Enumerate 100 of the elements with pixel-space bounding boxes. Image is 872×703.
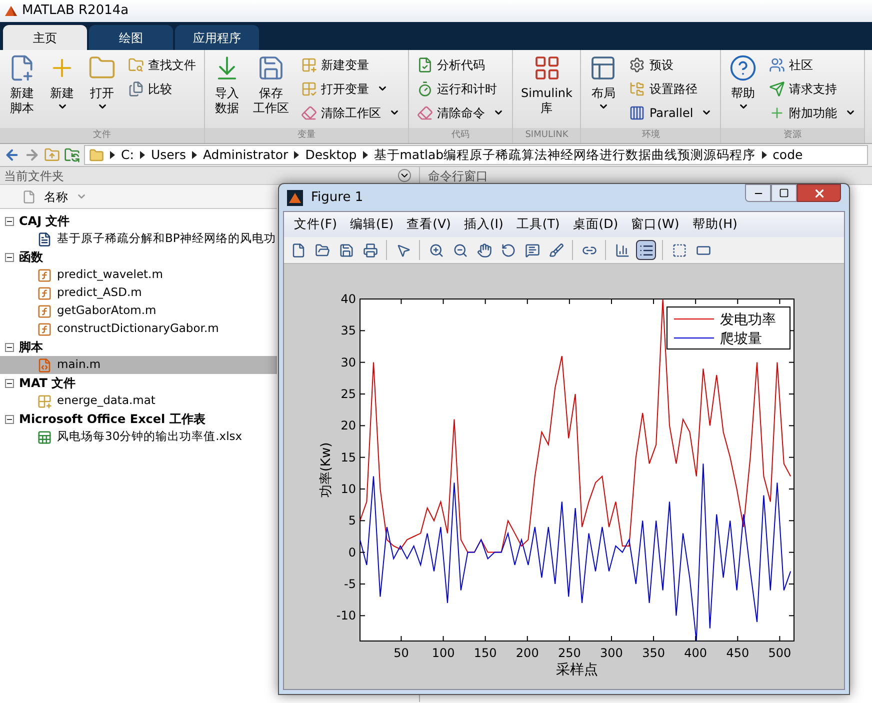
legend-label: 爬坡量 bbox=[720, 331, 762, 347]
group-label: 环境 bbox=[581, 128, 720, 143]
zoom-out-icon bbox=[452, 242, 468, 258]
logo-icon bbox=[287, 190, 303, 206]
panel-menu-icon[interactable] bbox=[398, 169, 411, 182]
menu-item[interactable]: 工具(T) bbox=[516, 215, 560, 234]
ribbon-button[interactable]: 导入 数据 bbox=[209, 54, 245, 116]
file-row[interactable]: main.m bbox=[0, 356, 277, 374]
ribbon-small-button[interactable]: 设置路径 bbox=[625, 78, 716, 99]
group-heading: 脚本 bbox=[19, 339, 43, 356]
ribbon-button[interactable]: 帮助 bbox=[725, 54, 762, 112]
collapse-icon[interactable] bbox=[5, 252, 14, 262]
file-row[interactable]: 风电场每30分钟的输出功率值.xlsx bbox=[0, 428, 277, 446]
ribbon-small-button[interactable]: 比较 bbox=[124, 78, 200, 99]
save-icon bbox=[338, 242, 354, 258]
group-label: 代码 bbox=[409, 128, 512, 143]
toolbar-button[interactable] bbox=[636, 240, 656, 260]
spreadsheet-icon bbox=[37, 430, 52, 444]
ribbon-small-button[interactable]: 查找文件 bbox=[124, 54, 200, 75]
ribbon-small-button[interactable]: 新建变量 bbox=[297, 54, 404, 75]
document-icon bbox=[37, 232, 52, 246]
pointer-icon bbox=[396, 242, 410, 258]
file-icon bbox=[22, 190, 36, 204]
ribbon-small-button[interactable]: 清除命令 bbox=[413, 102, 508, 123]
ribbon-tab[interactable]: 绘图 bbox=[89, 25, 173, 50]
ribbon-button[interactable]: 新建 bbox=[44, 54, 80, 112]
path-segment[interactable]: Desktop bbox=[305, 146, 357, 164]
ribbon-button[interactable]: 新建 脚本 bbox=[4, 54, 40, 116]
legend-line bbox=[674, 318, 714, 320]
file-row[interactable]: constructDictionaryGabor.m bbox=[0, 320, 277, 338]
path-segment[interactable]: Users bbox=[150, 146, 186, 164]
path-segment[interactable]: 基于matlab编程原子稀疏算法神经网络进行数据曲线预测源码程序 bbox=[374, 146, 756, 164]
ribbon-small-button[interactable]: Parallel bbox=[625, 102, 716, 123]
ribbon-small-button[interactable]: 打开变量 bbox=[297, 78, 404, 99]
open-folder-icon bbox=[314, 242, 330, 258]
ribbon-tab[interactable]: 主页 bbox=[3, 25, 87, 50]
tick-label: -10 bbox=[336, 608, 356, 623]
collapse-icon[interactable] bbox=[5, 378, 14, 388]
tick-label: 30 bbox=[340, 355, 356, 370]
column-header[interactable]: 名称 bbox=[0, 185, 277, 209]
folder-path-icon bbox=[629, 80, 646, 96]
new-variable-icon bbox=[301, 56, 317, 72]
chevron-icon bbox=[762, 151, 767, 159]
tick-label: 50 bbox=[394, 646, 409, 660]
file-row[interactable]: predict_wavelet.m bbox=[0, 266, 277, 284]
path-field[interactable]: C: Users Administrator Desktop 基于matlab编程原子稀疏算法神经网络进行数据曲线预测源码程序 code bbox=[84, 145, 868, 165]
eraser-icon bbox=[417, 104, 433, 120]
tick-label: 250 bbox=[558, 646, 581, 660]
path-segment[interactable]: C: bbox=[121, 146, 134, 164]
path-segment[interactable]: Administrator bbox=[202, 146, 288, 164]
tick-label: 10 bbox=[340, 482, 356, 496]
chevron-icon bbox=[192, 151, 197, 159]
timer-icon bbox=[417, 80, 433, 96]
ribbon-small-button[interactable]: 分析代码 bbox=[413, 54, 508, 75]
tick-label: 40 bbox=[340, 292, 356, 306]
y-axis-label: 功率(Kw) bbox=[319, 442, 334, 498]
ribbon-small-button[interactable]: 附加功能 bbox=[765, 102, 860, 123]
file-row[interactable]: energe_data.mat bbox=[0, 392, 277, 410]
data-grid-icon bbox=[37, 394, 52, 408]
ribbon-button[interactable]: 保存 工作区 bbox=[249, 54, 293, 116]
menu-item[interactable]: 文件(F) bbox=[294, 215, 337, 234]
ribbon-button[interactable]: 布局 bbox=[585, 54, 622, 112]
menu-item[interactable]: 窗口(W) bbox=[631, 215, 680, 234]
ribbon-small-button[interactable]: 清除工作区 bbox=[297, 102, 404, 123]
ribbon-small-button[interactable]: 社区 bbox=[765, 54, 860, 75]
ribbon-small-button[interactable]: 预设 bbox=[625, 54, 716, 75]
x-axis-label: 采样点 bbox=[556, 662, 598, 678]
path-segment[interactable]: code bbox=[772, 146, 803, 164]
ribbon-tab[interactable]: 应用程序 bbox=[175, 25, 259, 50]
chevron-icon bbox=[362, 151, 368, 159]
group-heading: 函数 bbox=[19, 249, 43, 266]
ribbon-small-button[interactable]: 请求支持 bbox=[765, 78, 860, 99]
browse-folder-icon[interactable] bbox=[64, 147, 80, 163]
chevron-icon bbox=[110, 151, 115, 159]
close-icon[interactable] bbox=[797, 184, 841, 202]
ribbon-button[interactable]: 打开 bbox=[84, 54, 120, 112]
file-row[interactable]: getGaborAtom.m bbox=[0, 302, 277, 320]
file-row[interactable]: predict_ASD.m bbox=[0, 284, 277, 302]
maximize-icon[interactable] bbox=[771, 184, 797, 202]
new-file-icon bbox=[290, 242, 306, 258]
tick-label: 450 bbox=[726, 646, 750, 660]
group-label: 变量 bbox=[205, 128, 408, 143]
menu-item[interactable]: 编辑(E) bbox=[350, 215, 394, 234]
menu-item[interactable]: 帮助(H) bbox=[692, 215, 738, 234]
menu-item[interactable]: 查看(V) bbox=[406, 215, 451, 234]
collapse-icon[interactable] bbox=[5, 216, 14, 226]
collapse-icon[interactable] bbox=[5, 414, 14, 424]
menu-item[interactable]: 插入(I) bbox=[464, 215, 504, 234]
eraser-icon bbox=[301, 104, 317, 120]
tick-label: 150 bbox=[474, 646, 497, 660]
collapse-icon[interactable] bbox=[5, 342, 14, 352]
data-tip-icon bbox=[524, 242, 540, 258]
back-icon[interactable] bbox=[4, 147, 20, 163]
window-title: MATLAB R2014a bbox=[22, 2, 129, 20]
group-heading: CAJ 文件 bbox=[19, 213, 70, 230]
ribbon-button[interactable]: Simulink 库 bbox=[517, 54, 576, 116]
file-row[interactable]: 基于原子稀疏分解和BP神经网络的风电功 bbox=[0, 230, 277, 248]
ribbon-small-button[interactable]: 运行和计时 bbox=[413, 78, 508, 99]
rotate-icon bbox=[500, 242, 516, 258]
menu-item[interactable]: 桌面(D) bbox=[572, 215, 618, 234]
